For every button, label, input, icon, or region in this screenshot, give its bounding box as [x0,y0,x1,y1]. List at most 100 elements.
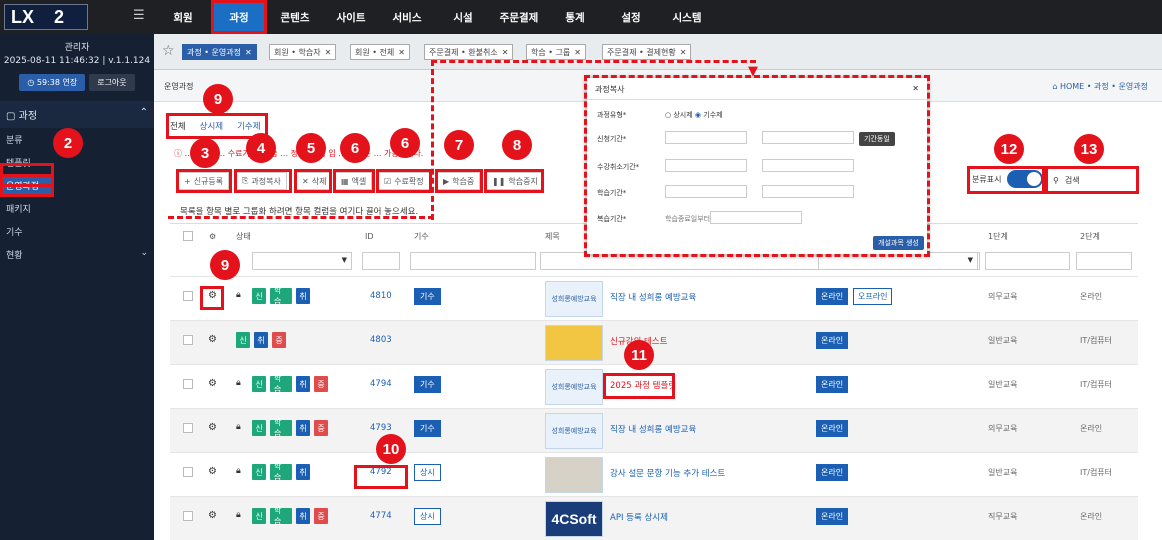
menu-service[interactable]: 서비스 [379,0,435,34]
row-checkbox[interactable] [183,379,193,389]
tab-order-refund[interactable]: 주문결제 • 환불취소 ✕ [424,44,514,60]
course-id[interactable]: 4793 [370,423,392,433]
course-id[interactable]: 4810 [370,291,392,301]
col-cohort[interactable]: 기수 [414,224,429,248]
menu-toggle-icon[interactable]: ☰ [133,8,145,23]
status-chip: 중 [272,332,286,348]
course-title-link[interactable]: API 등록 상시제 [610,511,668,523]
cohort-type-badge: 상시 [414,508,441,525]
table-row[interactable]: ⚙ 신 취 중 4803 신규강의 테스트 온라인 일반교육 IT/컴퓨터 [170,320,1138,364]
annotation-dash [431,60,435,220]
menu-stats[interactable]: 통계 [547,0,603,34]
annotation-badge: 9 [203,84,233,114]
course-id[interactable]: 4803 [370,335,392,345]
table-row[interactable]: ⚙ 🔒︎ 신 학습 취 중 4793 기수 성희롱예방교육 직장 내 성희롱 예방교육 온라인 의무교… [170,408,1138,452]
annotation-box [0,163,54,187]
annotation-box [435,169,483,193]
col-id[interactable]: ID [365,224,374,248]
annotation-badge: 3 [190,138,220,168]
gear-icon[interactable]: ⚙ [208,334,217,345]
lock-icon: 🔒︎ [236,378,241,388]
row-checkbox[interactable] [183,511,193,521]
course-title-link[interactable]: 직장 내 성희롱 예방교육 [610,423,696,435]
status-chip: 학습 [270,286,292,306]
level2-cell: 온라인 [1080,424,1103,433]
annotation-box [603,373,675,399]
course-title-link[interactable]: 직장 내 성희롱 예방교육 [610,291,696,303]
status-chip: 중 [314,508,328,524]
course-thumbnail [545,457,603,493]
col-level2[interactable]: 2단계 [1080,224,1100,248]
warning-icon: ⓘ [174,149,185,158]
logout-button[interactable]: 로그아웃 [89,74,135,91]
menu-course[interactable]: 과정 [211,0,267,34]
dropdown-arrow-icon: ▼ [341,256,347,264]
close-icon[interactable]: ✕ [574,48,581,57]
menu-facility[interactable]: 시설 [435,0,491,34]
main-menu: 회원 과정 콘텐츠 사이트 서비스 시설 주문결제 통계 설정 시스템 [155,0,715,34]
row-checkbox[interactable] [183,423,193,433]
gear-icon[interactable]: ⚙ [208,510,217,521]
page-title: 운영과정 [164,82,194,91]
gear-icon[interactable]: ⚙ [208,422,217,433]
sidebar-item-status[interactable]: 현황 ⌄ [0,243,154,266]
annotation-badge: 13 [1074,134,1104,164]
close-icon[interactable]: ✕ [245,48,252,57]
level2-filter[interactable] [1076,252,1132,270]
row-checkbox[interactable] [183,335,193,345]
annotation-box [333,169,375,193]
session-extend-button[interactable]: ◷ 59:38 연장 [19,74,86,91]
gear-icon[interactable]: ⚙ [208,378,217,389]
level1-filter[interactable] [985,252,1070,270]
table-row[interactable]: ⚙ 🔒︎ 신 학습 취 중 4774 상시 4CSoft API 등록 상시제 온라인 직무교육 온라인 [170,496,1138,540]
settings-header-icon[interactable]: ⚙ [209,224,216,248]
course-id[interactable]: 4794 [370,379,392,389]
row-checkbox[interactable] [183,467,193,477]
folder-icon: ▢ [6,111,19,122]
star-icon[interactable]: ☆ [162,43,175,59]
lock-icon: 🔒︎ [236,466,241,476]
col-status[interactable]: 상태 [236,224,251,248]
sidebar-item-package[interactable]: 패키지 [0,197,154,220]
close-icon[interactable]: ✕ [325,48,332,57]
table-row[interactable]: ⚙ 🔒︎ 신 학습 취 4792 상시 강사 설문 문항 기능 추가 테스트 온라인 일반교육 IT… [170,452,1138,496]
menu-member[interactable]: 회원 [155,0,211,34]
close-icon[interactable]: ✕ [502,48,509,57]
id-filter[interactable] [362,252,400,270]
annotation-box [484,169,544,193]
gear-icon[interactable]: ⚙ [208,466,217,477]
course-title-link[interactable]: 강사 설문 문항 기능 추가 테스트 [610,467,725,479]
cohort-filter[interactable] [410,252,536,270]
menu-system[interactable]: 시스템 [659,0,715,34]
user-name: 관리자 [64,43,90,53]
status-chip: 신 [252,464,266,480]
app-logo[interactable]: LX 2 [4,4,88,30]
tab-member-learner[interactable]: 회원 • 학습자 ✕ [269,44,337,60]
menu-order[interactable]: 주문결제 [491,0,547,34]
dropdown-arrow-icon: ▼ [967,256,973,264]
close-icon[interactable]: ✕ [680,48,687,57]
menu-content[interactable]: 콘텐츠 [267,0,323,34]
sidebar-section-course[interactable]: ▢ 과정 ⌃ [0,101,154,128]
close-icon[interactable]: ✕ [398,48,405,57]
course-id[interactable]: 4774 [370,511,392,521]
status-filter-select[interactable]: ▼ [252,252,352,270]
status-chip: 신 [236,332,250,348]
annotation-badge: 4 [246,133,276,163]
select-all-checkbox[interactable] [183,231,193,241]
row-checkbox[interactable] [183,291,193,301]
menu-settings[interactable]: 설정 [603,0,659,34]
tab-operating-course[interactable]: 과정 • 운영과정 ✕ [182,44,257,60]
menu-site[interactable]: 사이트 [323,0,379,34]
arrow-down-icon: ▼ [748,64,758,79]
tab-member-all[interactable]: 회원 • 전체 ✕ [350,44,410,60]
col-title[interactable]: 제목 [545,224,560,248]
col-level1[interactable]: 1단계 [988,224,1008,248]
mode-badge: 온라인 [816,464,849,481]
tab-order-payment[interactable]: 주문결제 • 결제현황 ✕ [602,44,692,60]
mode-badge: 온라인 [816,288,849,305]
tab-learning-group[interactable]: 학습 • 그룹 ✕ [526,44,586,60]
sidebar-item-cohort[interactable]: 기수 [0,220,154,243]
status-chip: 중 [314,376,328,392]
table-row[interactable]: ⚙ 🔒︎ 신 학습 취 4810 기수 성희롱예방교육 직장 내 성희롱 예방교육 온라인 오프라인… [170,276,1138,320]
